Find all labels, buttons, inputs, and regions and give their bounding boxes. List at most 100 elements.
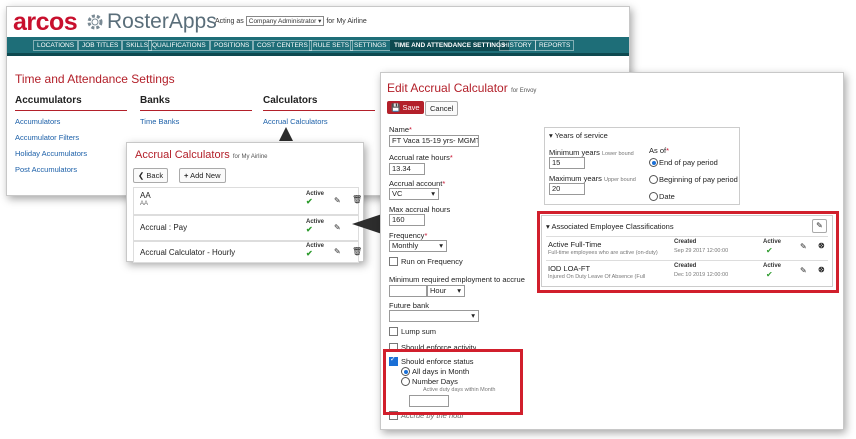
min-employment-field[interactable] (389, 285, 427, 297)
list-item[interactable]: AA AA Active ✔ ✎ 🗑 (133, 187, 362, 215)
name-label: Name* (389, 125, 412, 134)
chevron-down-icon: ▾ (471, 311, 475, 320)
frequency-label-text: Frequency (389, 231, 425, 240)
frequency-value: Monthly (392, 241, 419, 250)
future-bank-select[interactable]: ▾ (389, 310, 479, 322)
rate-label-text: Accrual rate hours (389, 153, 450, 162)
nav-time-attendance-settings[interactable]: TIME AND ATTENDANCE SETTINGS (390, 40, 510, 51)
future-bank-label: Future bank (389, 301, 430, 310)
accumulators-heading: Accumulators (15, 95, 82, 106)
calculators-subtitle: for My Airline (232, 154, 268, 160)
name-field[interactable]: FT Vaca 15-19 yrs- MGMT, (389, 135, 479, 147)
run-on-frequency-checkbox[interactable] (389, 257, 398, 266)
min-employment-unit: Hour (430, 286, 447, 295)
plus-icon: + (184, 171, 189, 180)
account-select[interactable]: VC ▾ (389, 188, 439, 200)
nav-settings[interactable]: SETTINGS (350, 40, 391, 51)
save-icon: 💾 (391, 103, 401, 112)
edit-accrual-calculator-panel: Edit Accrual Calculator for Envoy 💾 Save… (380, 72, 844, 430)
frequency-select[interactable]: Monthly ▾ (389, 240, 447, 252)
edit-pencil-icon[interactable]: ✎ (334, 196, 341, 205)
nav-job-titles[interactable]: JOB TITLES (78, 40, 123, 51)
nav-positions[interactable]: POSITIONS (210, 40, 254, 51)
end-of-pay-period-radio[interactable] (649, 158, 658, 167)
gear-logo-icon (85, 12, 105, 34)
edit-pencil-icon[interactable]: ✎ (334, 247, 341, 256)
caret-down-icon: ▾ (549, 131, 553, 140)
calculators-title-text: Accrual Calculators (135, 149, 230, 161)
calculators-title: Accrual Calculators for My Airline (135, 149, 268, 161)
calculator-name: Accrual : Pay (140, 223, 188, 232)
edit-pencil-icon[interactable]: ✎ (334, 223, 341, 232)
min-years-field[interactable]: 15 (549, 157, 585, 169)
min-employment-unit-select[interactable]: Hour ▾ (427, 285, 465, 297)
edit-title-text: Edit Accrual Calculator (387, 81, 508, 95)
banks-divider (140, 110, 252, 111)
nav-rule-sets[interactable]: RULE SETS (309, 40, 354, 51)
check-icon: ✔ (306, 249, 313, 258)
chevron-down-icon: ▾ (431, 189, 435, 198)
nav-history[interactable]: HISTORY (499, 40, 536, 51)
acting-as: Acting as Company Administrator ▾ for My… (215, 16, 367, 26)
years-heading-text: Years of service (554, 131, 608, 140)
callout-arrow-icon (352, 214, 382, 236)
max-label: Max accrual hours (389, 205, 451, 214)
lump-sum-checkbox[interactable] (389, 327, 398, 336)
cancel-button[interactable]: Cancel (425, 101, 459, 116)
max-years-label: Maximum years Upper bound (549, 174, 636, 183)
max-years-label-text: Maximum years (549, 174, 602, 183)
nav-cost-centers[interactable]: COST CENTERS (253, 40, 312, 51)
link-accumulators[interactable]: Accumulators (15, 117, 60, 126)
chevron-down-icon: ▾ (439, 241, 443, 250)
accrual-calculators-panel: Accrual Calculators for My Airline ❮ Bac… (126, 142, 364, 263)
status-badge: Active ✔ (306, 191, 324, 206)
rate-field[interactable]: 13.34 (389, 163, 425, 175)
list-item[interactable]: Accrual Calculator - Hourly Active ✔ ✎ 🗑 (133, 241, 362, 263)
nav-reports[interactable]: REPORTS (535, 40, 575, 51)
accumulators-divider (15, 110, 127, 111)
acting-suffix: for My Airline (326, 18, 367, 25)
calculator-sub: AA (140, 201, 149, 207)
years-heading: ▾ Years of service (549, 131, 608, 140)
account-label-text: Accrual account (389, 179, 443, 188)
top-bar: arcos RosterApps Acting as Company Admin… (7, 7, 629, 37)
max-years-note: Upper bound (604, 177, 636, 183)
arcos-logo: arcos (13, 8, 78, 36)
role-select[interactable]: Company Administrator ▾ (245, 16, 325, 26)
calculator-name: AA (140, 191, 151, 200)
link-holiday-accumulators[interactable]: Holiday Accumulators (15, 149, 87, 158)
min-years-label-text: Minimum years (549, 148, 600, 157)
name-label-text: Name (389, 125, 410, 134)
date-radio[interactable] (649, 192, 658, 201)
add-new-button[interactable]: + Add New (179, 168, 226, 183)
delete-trash-icon[interactable]: 🗑 (352, 247, 362, 256)
link-post-accumulators[interactable]: Post Accumulators (15, 165, 77, 174)
add-new-label: Add New (190, 171, 221, 180)
delete-trash-icon[interactable]: 🗑 (352, 195, 362, 204)
nav-locations[interactable]: LOCATIONS (33, 40, 79, 51)
account-label: Accrual account* (389, 179, 446, 188)
edit-subtitle: for Envoy (511, 88, 537, 94)
chevron-down-icon: ▾ (457, 286, 461, 295)
back-button[interactable]: ❮ Back (133, 168, 169, 183)
frequency-label: Frequency* (389, 231, 428, 240)
list-item[interactable]: Accrual : Pay Active ✔ ✎ (133, 215, 359, 241)
account-value: VC (392, 189, 403, 198)
date-label: Date (659, 192, 675, 201)
link-time-banks[interactable]: Time Banks (140, 117, 179, 126)
beginning-of-pay-period-label: Beginning of pay period (659, 175, 738, 184)
calculators-divider (263, 110, 375, 111)
as-of-label-text: As of (649, 146, 667, 155)
chevron-left-icon: ❮ (138, 171, 145, 180)
link-accumulator-filters[interactable]: Accumulator Filters (15, 133, 79, 142)
run-on-frequency-label: Run on Frequency (401, 257, 463, 266)
nav-qualifications[interactable]: QUALIFICATIONS (148, 40, 210, 51)
rate-label: Accrual rate hours* (389, 153, 453, 162)
link-accrual-calculators[interactable]: Accrual Calculators (263, 117, 328, 126)
max-field[interactable]: 160 (389, 214, 425, 226)
beginning-of-pay-period-radio[interactable] (649, 175, 658, 184)
calculators-heading: Calculators (263, 95, 318, 106)
save-button[interactable]: 💾 Save (387, 101, 424, 114)
max-years-field[interactable]: 20 (549, 183, 585, 195)
min-years-label: Minimum years Lower bound (549, 148, 634, 157)
